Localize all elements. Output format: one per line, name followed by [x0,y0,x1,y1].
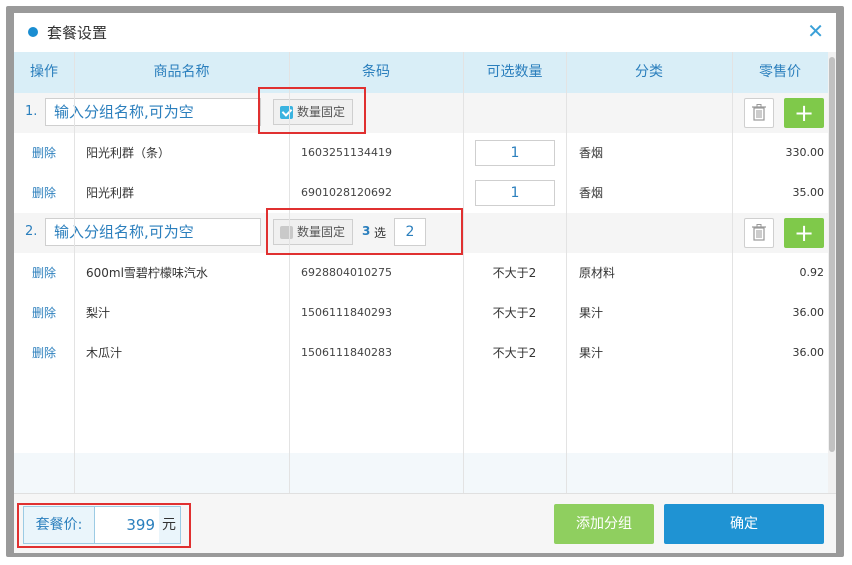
product-name: 600ml雪碧柠檬味汽水 [86,266,208,280]
delete-link[interactable]: 删除 [14,293,74,333]
qty-limit: 不大于2 [492,306,537,320]
col-category: 分类 [635,64,663,80]
table-row: 删除 木瓜汁 1506111840283 不大于2 果汁 36.00 [14,333,828,374]
delete-link[interactable]: 删除 [14,173,74,213]
retail-price: 0.92 [799,266,825,279]
plus-icon: + [793,219,815,247]
delete-link[interactable]: 删除 [14,253,74,293]
product-name: 梨汁 [86,306,111,320]
title-dot-icon [28,27,38,37]
column-divider [289,52,290,493]
column-divider [463,52,464,493]
empty-row [14,413,828,454]
barcode: 6928804010275 [301,266,392,279]
group-index: 2. [25,224,38,239]
col-price: 零售价 [759,64,801,80]
price-unit: 元 [162,517,176,533]
barcode: 1506111840293 [301,306,392,319]
col-name: 商品名称 [153,64,210,80]
table-row: 删除 600ml雪碧柠檬味汽水 6928804010275 不大于2 原材料 0… [14,253,828,294]
group-name-input[interactable]: 输入分组名称,可为空 [45,218,261,246]
trash-icon [752,224,766,241]
table-row: 删除 阳光利群（条） 1603251134419 1 香烟 330.00 [14,133,828,174]
package-price-field: 套餐价: 399 元 [23,506,181,544]
fixed-qty-checkbox[interactable]: 数量固定 [273,99,353,125]
fixed-qty-label: 数量固定 [297,105,346,119]
add-group-button[interactable]: 添加分组 [554,504,654,544]
package-settings-dialog: 套餐设置 ✕ 操作 商品名称 条码 可选数量 分类 零售价 1. 输入分组名称,… [14,13,836,553]
retail-price: 36.00 [792,346,825,359]
retail-price: 35.00 [792,186,825,199]
fixed-qty-label: 数量固定 [297,225,346,239]
table-row: 删除 梨汁 1506111840293 不大于2 果汁 36.00 [14,293,828,334]
pick-word: 选 [374,226,387,240]
qty-limit: 不大于2 [492,266,537,280]
trash-icon [752,104,766,121]
confirm-button[interactable]: 确定 [664,504,824,544]
category: 果汁 [579,306,604,320]
package-price-label: 套餐价: [24,507,95,543]
group-header-1: 1. 输入分组名称,可为空 数量固定 + [14,93,828,134]
delete-link[interactable]: 删除 [14,133,74,173]
close-icon[interactable]: ✕ [807,19,824,43]
product-name: 阳光利群（条） [86,146,171,160]
category: 香烟 [579,146,604,160]
plus-icon: + [793,99,815,127]
table-row: 删除 阳光利群 6901028120692 1 香烟 35.00 [14,173,828,214]
category: 果汁 [579,346,604,360]
add-item-button[interactable]: + [784,98,824,128]
qty-input[interactable]: 1 [475,140,555,166]
pick-total: 3 [362,224,371,238]
barcode: 1506111840283 [301,346,392,359]
checkbox-checked-icon [280,106,293,119]
dialog-titlebar: 套餐设置 ✕ [14,13,836,51]
retail-price: 36.00 [792,306,825,319]
group-name-input[interactable]: 输入分组名称,可为空 [45,98,261,126]
scrollbar-thumb[interactable] [829,57,835,452]
col-barcode: 条码 [362,64,390,80]
retail-price: 330.00 [785,146,825,159]
barcode: 1603251134419 [301,146,392,159]
column-divider [566,52,567,493]
qty-input[interactable]: 1 [475,180,555,206]
table-header: 操作 商品名称 条码 可选数量 分类 零售价 [14,52,828,93]
dialog-title: 套餐设置 [47,24,108,42]
col-action: 操作 [30,64,58,80]
category: 原材料 [579,266,616,280]
delete-group-button[interactable] [744,98,774,128]
package-price-input[interactable]: 399 [95,507,159,543]
empty-row [14,373,828,414]
delete-group-button[interactable] [744,218,774,248]
column-divider [732,52,733,493]
checkbox-unchecked-icon [280,226,293,239]
group-index: 1. [25,104,38,119]
category: 香烟 [579,186,604,200]
col-qty: 可选数量 [486,64,543,80]
delete-link[interactable]: 删除 [14,333,74,373]
fixed-qty-checkbox[interactable]: 数量固定 [273,219,353,245]
add-item-button[interactable]: + [784,218,824,248]
group-header-2: 2. 输入分组名称,可为空 数量固定 3 选 2 + [14,213,828,254]
dialog-footer: 套餐价: 399 元 添加分组 确定 [14,493,836,553]
qty-limit: 不大于2 [492,346,537,360]
empty-row [14,453,828,493]
barcode: 6901028120692 [301,186,392,199]
column-divider [74,52,75,493]
product-name: 阳光利群 [86,186,135,200]
product-name: 木瓜汁 [86,346,123,360]
pick-count-input[interactable]: 2 [394,218,426,246]
